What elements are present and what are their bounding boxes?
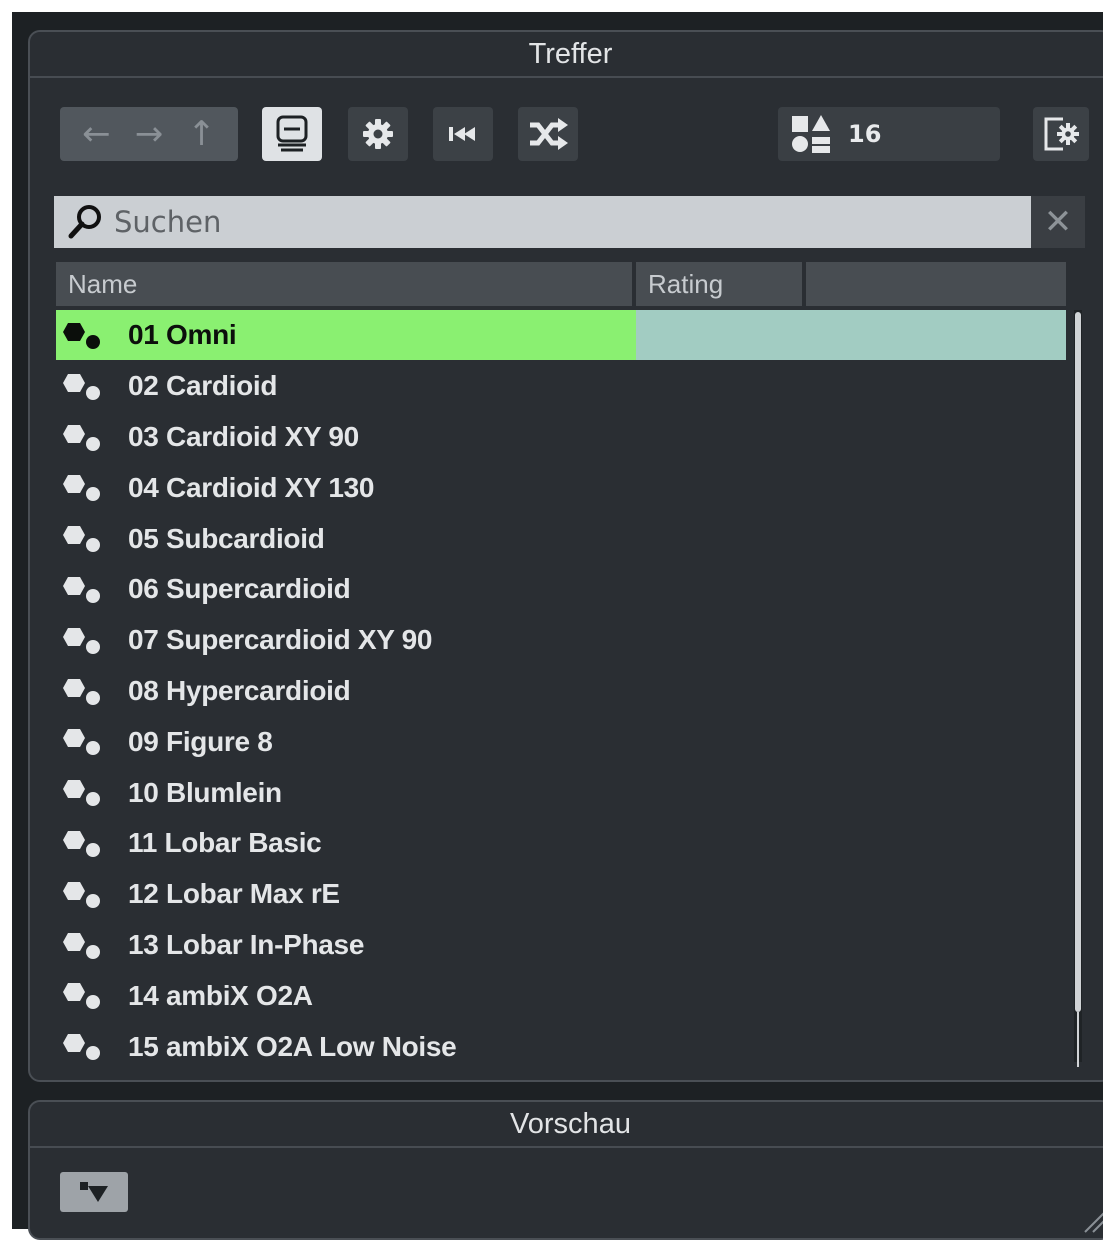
list-item[interactable]: 12 Lobar Max rE — [56, 869, 1066, 920]
scrollbar-tail — [1077, 1012, 1079, 1067]
back-button[interactable]: ← — [82, 117, 111, 151]
search-input[interactable] — [112, 204, 996, 240]
list-item-name: 10 Blumlein — [128, 776, 282, 808]
column-header-extra[interactable] — [806, 262, 1066, 306]
rating-cell — [636, 310, 1066, 360]
list-item[interactable]: 15 ambiX O2A Low Noise — [56, 1021, 1066, 1072]
document-view-icon — [276, 115, 308, 152]
configure-icon — [1044, 117, 1079, 151]
search-icon — [68, 205, 101, 239]
list-item[interactable]: 09 Figure 8 — [56, 716, 1066, 767]
list-item-name: 14 ambiX O2A — [128, 979, 313, 1011]
list-item[interactable]: 10 Blumlein — [56, 767, 1066, 818]
list-item-name: 05 Subcardioid — [128, 522, 325, 554]
preset-icon — [63, 576, 100, 603]
configure-button[interactable] — [1033, 107, 1089, 161]
preset-icon — [63, 678, 100, 705]
preview-panel: Vorschau — [28, 1100, 1103, 1240]
list-item[interactable]: 14 ambiX O2A — [56, 970, 1066, 1021]
preset-icon — [63, 983, 100, 1010]
column-header-name[interactable]: Name — [56, 262, 632, 306]
forward-button[interactable]: → — [135, 117, 164, 151]
list-item-name: 11 Lobar Basic — [128, 827, 322, 859]
results-panel-title: Treffer — [30, 32, 1103, 78]
search-bar — [54, 196, 1031, 248]
preset-icon — [63, 1034, 100, 1061]
preset-icon — [63, 932, 100, 959]
preview-toggle-icon — [80, 1182, 108, 1202]
scrollbar-thumb[interactable] — [1075, 312, 1081, 1012]
list-item-name: 09 Figure 8 — [128, 725, 273, 757]
gear-icon — [363, 119, 393, 149]
list-item-name: 01 Omni — [128, 319, 237, 351]
list-item-name: 13 Lobar In-Phase — [128, 928, 365, 960]
list-item-name: 04 Cardioid XY 130 — [128, 471, 375, 503]
list-item-name: 12 Lobar Max rE — [128, 878, 340, 910]
preset-icon — [63, 526, 100, 553]
shuffle-button[interactable] — [518, 107, 578, 161]
top-strip — [0, 0, 1103, 12]
preset-icon — [63, 780, 100, 807]
list-item-name: 07 Supercardioid XY 90 — [128, 624, 433, 656]
list-item[interactable]: 05 Subcardioid — [56, 513, 1066, 564]
preset-icon — [63, 323, 100, 349]
list-item[interactable]: 13 Lobar In-Phase — [56, 920, 1066, 971]
preset-icon — [63, 424, 100, 451]
up-button[interactable]: ↑ — [187, 117, 216, 151]
list-item-name: 03 Cardioid XY 90 — [128, 420, 359, 452]
list-item[interactable]: 11 Lobar Basic — [56, 818, 1066, 869]
clear-search-button[interactable]: ✕ — [1031, 196, 1085, 248]
preset-icon — [63, 475, 100, 502]
list-item[interactable]: 02 Cardioid — [56, 361, 1066, 412]
preview-toggle-button[interactable] — [60, 1172, 128, 1212]
result-count-filter[interactable]: 16 — [778, 107, 1000, 161]
list-item-name: 15 ambiX O2A Low Noise — [128, 1030, 457, 1062]
preset-icon — [63, 627, 100, 654]
resize-grip-icon[interactable] — [1079, 1206, 1103, 1234]
list-item[interactable]: 01 Omni — [56, 310, 1066, 361]
column-header-rating[interactable]: Rating — [636, 262, 802, 306]
shuffle-icon — [530, 118, 568, 150]
list-item-name: 06 Supercardioid — [128, 573, 351, 605]
view-button[interactable] — [262, 107, 322, 161]
preset-icon — [63, 881, 100, 908]
list-item[interactable]: 07 Supercardioid XY 90 — [56, 615, 1066, 666]
settings-button[interactable] — [348, 107, 408, 161]
rewind-icon — [449, 127, 475, 141]
rewind-button[interactable] — [433, 107, 493, 161]
preview-panel-title: Vorschau — [30, 1102, 1103, 1148]
results-list: 01 Omni 02 Cardioid 03 Cardioid XY 90 04 Ca… — [56, 310, 1066, 1072]
list-item[interactable]: 04 Cardioid XY 130 — [56, 462, 1066, 513]
results-panel: Treffer ← → ↑ 16 Suchen ✕ Name Rating 01… — [28, 30, 1103, 1082]
list-item-name: 08 Hypercardioid — [128, 674, 351, 706]
preset-icon — [63, 729, 100, 756]
list-item[interactable]: 03 Cardioid XY 90 — [56, 412, 1066, 463]
filter-icon — [792, 115, 830, 153]
preset-icon — [63, 373, 100, 400]
preset-icon — [63, 830, 100, 857]
list-item[interactable]: 06 Supercardioid — [56, 564, 1066, 615]
list-item[interactable]: 08 Hypercardioid — [56, 666, 1066, 717]
result-count: 16 — [848, 120, 882, 148]
navigation-buttons: ← → ↑ — [60, 107, 238, 161]
list-item-name: 02 Cardioid — [128, 370, 278, 402]
